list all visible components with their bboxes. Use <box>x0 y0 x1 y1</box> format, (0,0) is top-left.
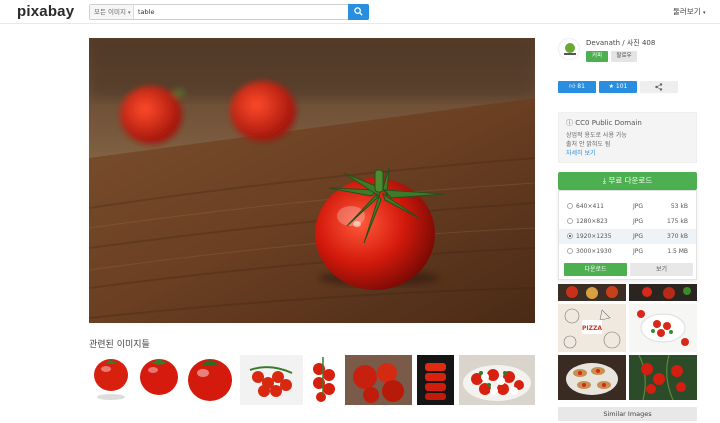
option-dimensions: 640×411 <box>576 203 604 210</box>
coffee-button[interactable]: 커피 <box>586 51 608 62</box>
favorite-count: 101 <box>615 83 628 90</box>
size-radio[interactable] <box>567 203 573 209</box>
sidebar-thumb[interactable] <box>629 355 697 400</box>
option-format: JPG <box>633 203 644 210</box>
star-icon: ★ <box>608 83 614 90</box>
cherry-tomatoes-thumb-image <box>249 366 293 397</box>
top-header: pixabay 모든 이미지▾ 둘러보기 ▾ <box>0 0 720 24</box>
download-button[interactable]: 다운로드 <box>564 263 627 276</box>
free-download-button[interactable]: ⤓ 무료 다운로드 <box>558 172 697 190</box>
food-thumb-image <box>629 284 697 301</box>
share-icon <box>655 83 663 91</box>
follow-button[interactable]: 팔로우 <box>611 51 637 62</box>
search-input[interactable] <box>138 6 348 18</box>
explore-menu[interactable]: 둘러보기 ▾ <box>673 6 706 17</box>
like-button[interactable]: 👍︎ 81 <box>558 81 596 93</box>
bruschetta-thumb-image <box>558 355 626 400</box>
related-thumb[interactable] <box>345 355 412 405</box>
leaf-logo-icon <box>564 43 576 55</box>
related-thumb[interactable] <box>459 355 535 405</box>
related-thumb[interactable] <box>89 355 134 405</box>
sliced-tomato-thumb-image <box>417 355 454 405</box>
license-more-link[interactable]: 자세히 보기 <box>566 149 689 158</box>
food-thumb-image <box>558 284 626 301</box>
license-title: ⓘ CC0 Public Domain <box>566 118 689 128</box>
related-thumb[interactable] <box>417 355 454 405</box>
thumbs-up-icon: 👍︎ <box>569 83 576 90</box>
like-count: 81 <box>577 83 585 90</box>
tomato-thumb-image <box>94 359 128 400</box>
option-format: JPG <box>633 248 644 255</box>
tomato-photo-image <box>89 38 535 323</box>
related-images-title: 관련된 이미지들 <box>89 340 150 350</box>
download-option-row[interactable]: 640×411 JPG 53 kB <box>559 199 696 214</box>
chevron-down-icon: ▾ <box>703 10 706 16</box>
search-bar: 모든 이미지 ▾ <box>89 4 369 20</box>
license-commercial: 상업적 용도로 사용 가능 <box>566 132 627 139</box>
related-thumb[interactable] <box>307 355 340 405</box>
related-thumb[interactable] <box>240 355 303 405</box>
similar-images-button[interactable]: Similar Images <box>558 407 697 421</box>
sidebar-thumb[interactable] <box>558 284 626 301</box>
tomato-salad-thumb-image <box>629 304 697 352</box>
option-format: JPG <box>633 218 644 225</box>
svg-text:PIZZA: PIZZA <box>582 325 602 332</box>
tomato-plant-thumb-image <box>629 355 697 400</box>
license-title-text: CC0 Public Domain <box>575 119 642 127</box>
sidebar-thumb[interactable] <box>558 355 626 400</box>
favorite-button[interactable]: ★ 101 <box>599 81 637 93</box>
tomatoes-thumb-image <box>345 355 412 405</box>
option-dimensions: 1920×1235 <box>576 233 612 240</box>
view-button[interactable]: 보기 <box>630 263 693 276</box>
size-radio[interactable] <box>567 218 573 224</box>
option-filesize: 53 kB <box>670 203 688 210</box>
main-photo[interactable] <box>89 38 535 323</box>
download-option-row[interactable]: 3000×1930 JPG 1.5 MB <box>559 244 696 259</box>
search-type-label: 모든 이미지 <box>94 8 126 16</box>
license-attribution: 출처 안 밝혀도 됨 <box>566 141 611 148</box>
related-images-strip <box>89 355 535 405</box>
explore-label: 둘러보기 <box>673 7 701 16</box>
download-options-panel: 640×411 JPG 53 kB 1280×823 JPG 175 kB 19… <box>558 190 697 280</box>
related-thumb[interactable] <box>185 355 235 405</box>
option-dimensions: 1280×823 <box>576 218 608 225</box>
search-button[interactable] <box>348 4 369 20</box>
tomato-thumb-image <box>140 359 178 395</box>
option-dimensions: 3000×1930 <box>576 248 612 255</box>
author-name[interactable]: Devanath / 사진 408 <box>586 38 655 48</box>
download-option-row-selected[interactable]: 1920×1235 JPG 370 kB <box>559 229 696 244</box>
related-thumb[interactable] <box>137 355 182 405</box>
cherry-tomatoes-thumb-image <box>313 357 335 402</box>
size-radio-selected[interactable] <box>567 233 573 239</box>
tomato-thumb-image <box>188 359 232 401</box>
caprese-thumb-image <box>459 355 535 405</box>
option-filesize: 1.5 MB <box>667 248 688 255</box>
sidebar-thumb[interactable]: PIZZA <box>558 304 626 352</box>
sidebar-thumb[interactable] <box>629 284 697 301</box>
pizza-illustration-thumb-image: PIZZA <box>558 304 626 352</box>
license-box: ⓘ CC0 Public Domain 상업적 용도로 사용 가능 출처 안 밝… <box>558 112 697 163</box>
author-avatar[interactable] <box>558 38 580 60</box>
sidebar-thumb[interactable] <box>629 304 697 352</box>
download-icon: ⤓ <box>602 176 607 185</box>
search-icon <box>354 7 363 16</box>
search-type-dropdown[interactable]: 모든 이미지 ▾ <box>90 5 134 19</box>
option-filesize: 370 kB <box>667 233 688 240</box>
info-icon: ⓘ <box>566 119 573 127</box>
download-option-row[interactable]: 1280×823 JPG 175 kB <box>559 214 696 229</box>
option-filesize: 175 kB <box>667 218 688 225</box>
pixabay-logo[interactable]: pixabay <box>17 3 74 20</box>
free-download-label: 무료 다운로드 <box>608 176 653 185</box>
share-button[interactable] <box>640 81 678 93</box>
size-radio[interactable] <box>567 248 573 254</box>
chevron-down-icon: ▾ <box>127 10 131 16</box>
option-format: JPG <box>633 233 644 240</box>
